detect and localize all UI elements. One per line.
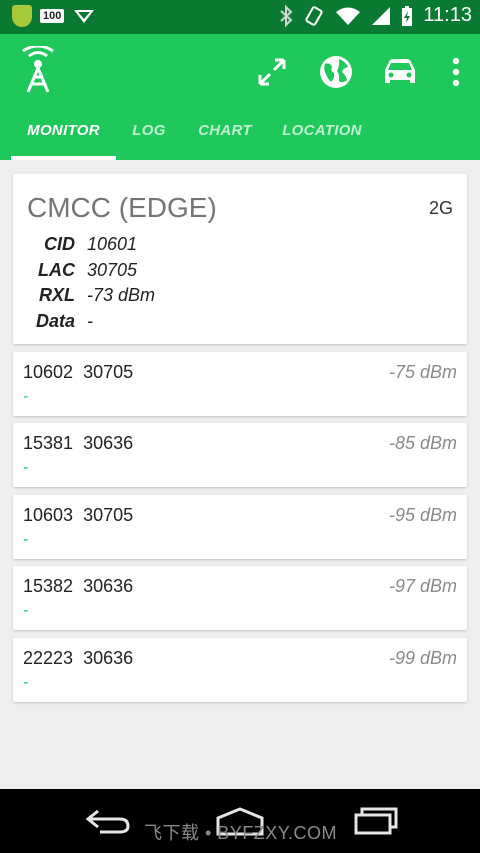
field-value: - <box>87 311 93 331</box>
cell-signal: -85 dBm <box>388 433 457 453</box>
cell-extra: - <box>23 674 29 691</box>
tab-monitor[interactable]: MONITOR <box>11 108 116 160</box>
network-generation: 2G <box>428 198 453 218</box>
operator-name: CMCC (EDGE) <box>27 192 217 223</box>
cell-signal: -75 dBm <box>388 362 457 382</box>
cid-field: CID 10601 <box>27 234 137 255</box>
notification-badge: 100 <box>40 9 65 23</box>
expand-icon <box>258 58 286 86</box>
lac-field: LAC 30705 <box>27 260 137 281</box>
navigation-bar: 飞下载 • BYFZXY.COM <box>0 789 480 853</box>
overflow-menu-icon <box>452 57 460 87</box>
clock: 11:13 <box>423 4 472 26</box>
cell-ids: 22223 30636 <box>23 648 133 669</box>
status-bar-system-icons: 11:13 <box>279 4 472 27</box>
tab-location[interactable]: LOCATION <box>272 108 372 160</box>
neighbour-cell-row[interactable]: 15381 30636 - -85 dBm <box>13 423 467 487</box>
cell-extra: - <box>23 388 29 405</box>
cell-ids: 15381 30636 <box>23 433 133 454</box>
tab-indicator <box>11 156 116 160</box>
cell-extra: - <box>23 459 29 476</box>
expand-button[interactable] <box>252 52 292 92</box>
tab-bar: MONITOR LOG CHART LOCATION <box>0 108 480 160</box>
globe-icon <box>320 56 352 88</box>
cell-cid: 15382 <box>23 576 74 596</box>
watermark: 飞下载 • BYFZXY.COM <box>144 823 337 843</box>
cell-lac: 30636 <box>83 648 134 668</box>
field-value: 30705 <box>87 260 138 280</box>
cell-lac: 30705 <box>83 362 134 382</box>
cell-lac: 30636 <box>83 576 134 596</box>
rotate-icon <box>305 5 324 26</box>
cell-cid: 15381 <box>23 433 74 453</box>
battery-icon <box>402 5 413 26</box>
neighbour-cell-row[interactable]: 10602 30705 - -75 dBm <box>13 352 467 416</box>
overflow-menu-button[interactable] <box>436 52 476 92</box>
tab-chart[interactable]: CHART <box>186 108 264 160</box>
cell-ids: 10603 30705 <box>23 505 133 526</box>
recents-icon <box>354 807 398 835</box>
field-value: 10601 <box>87 234 138 254</box>
serving-cell-card[interactable]: CMCC (EDGE) 2G CID 10601 LAC 30705 RXL -… <box>13 174 467 344</box>
cell-ids: 10602 30705 <box>23 362 133 383</box>
cell-signal: -97 dBm <box>388 576 457 596</box>
cell-extra: - <box>23 602 29 619</box>
wifi-icon <box>336 7 361 25</box>
field-value: -73 dBm <box>87 285 156 305</box>
field-label: RXL <box>39 285 75 305</box>
cell-ids: 15382 30636 <box>23 576 133 597</box>
globe-button[interactable] <box>316 52 356 92</box>
field-label: LAC <box>38 260 75 280</box>
rxl-field: RXL -73 dBm <box>27 285 155 306</box>
recents-button[interactable] <box>348 805 404 837</box>
back-icon <box>85 809 130 834</box>
cell-signal: -99 dBm <box>388 648 457 668</box>
neighbour-cell-row[interactable]: 10603 30705 - -95 dBm <box>13 495 467 559</box>
download-arrow-icon <box>74 10 95 23</box>
status-bar: 100 11:13 <box>0 0 480 34</box>
field-label: Data <box>35 311 75 331</box>
cell-cid: 10603 <box>23 505 74 525</box>
status-bar-notifications: 100 <box>12 5 96 27</box>
back-button[interactable] <box>80 805 136 837</box>
cell-signal: -95 dBm <box>388 505 457 525</box>
neighbour-cell-row[interactable]: 15382 30636 - -97 dBm <box>13 566 467 630</box>
shield-icon <box>12 5 32 27</box>
tab-log[interactable]: LOG <box>118 108 180 160</box>
data-field: Data - <box>27 311 93 332</box>
cell-cid: 22223 <box>23 648 74 668</box>
app-bar: MONITOR LOG CHART LOCATION <box>0 34 480 160</box>
field-label: CID <box>44 234 75 254</box>
cell-extra: - <box>23 531 29 548</box>
signal-icon <box>372 6 391 25</box>
antenna-icon <box>22 46 54 93</box>
cell-lac: 30705 <box>83 505 134 525</box>
cell-cid: 10602 <box>23 362 74 382</box>
cell-lac: 30636 <box>83 433 134 453</box>
bluetooth-icon <box>280 4 293 27</box>
car-icon <box>385 59 415 83</box>
car-button[interactable] <box>380 52 420 92</box>
neighbour-cell-row[interactable]: 22223 30636 - -99 dBm <box>13 638 467 702</box>
